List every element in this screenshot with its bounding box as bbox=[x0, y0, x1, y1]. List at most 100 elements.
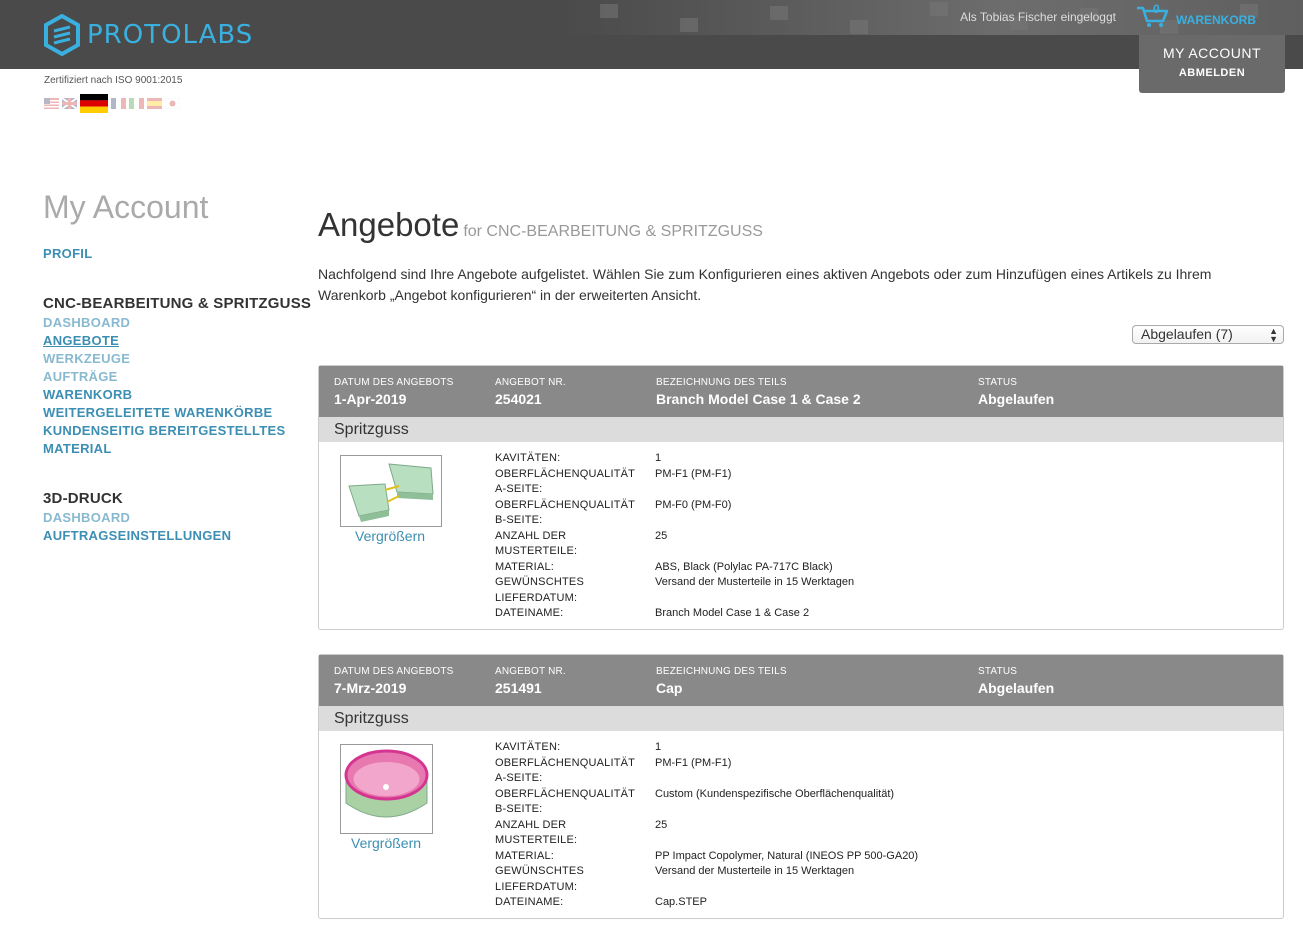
detail-row: MATERIAL: PP Impact Copolymer, Natural (I… bbox=[495, 849, 918, 865]
detail-key: A-SEITE: bbox=[495, 483, 543, 495]
sidebar-item-auftragseinstellungen[interactable]: AUFTRAGSEINSTELLUNGEN bbox=[43, 528, 231, 543]
detail-key: OBERFLÄCHENQUALITÄT bbox=[495, 756, 636, 769]
us-flag-icon[interactable] bbox=[44, 98, 59, 109]
quote-number: 254021 bbox=[495, 391, 542, 407]
sidebar-item-3d-dashboard[interactable]: DASHBOARD bbox=[43, 510, 130, 525]
sidebar-item-werkzeuge[interactable]: WERKZEUGE bbox=[43, 351, 130, 366]
japanese-flag-icon[interactable] bbox=[165, 98, 180, 109]
quote-details: KAVITÄTEN: 1 OBERFLÄCHENQUALITÄT PM-F1 (PM… bbox=[495, 451, 854, 622]
spanish-flag-icon[interactable] bbox=[147, 98, 162, 109]
sidebar-section-3d-druck: 3D-DRUCK bbox=[43, 490, 123, 507]
part-thumbnail[interactable] bbox=[340, 455, 442, 527]
uk-flag-icon[interactable] bbox=[62, 98, 77, 109]
italian-flag-icon[interactable] bbox=[129, 98, 144, 109]
sidebar-item-weitergeleitete-warenkoerbe[interactable]: WEITERGELEITETE WARENKÖRBE bbox=[43, 405, 273, 420]
detail-key: KAVITÄTEN: bbox=[495, 741, 561, 753]
my-account-link[interactable]: MY ACCOUNT bbox=[1139, 45, 1285, 61]
detail-key: DATEINAME: bbox=[495, 607, 564, 619]
quote-process-type: Spritzguss bbox=[319, 706, 1283, 731]
cart-link[interactable]: 0 WARENKORB bbox=[1136, 2, 1256, 28]
col-label-status: STATUS bbox=[978, 377, 1018, 388]
language-flags bbox=[44, 94, 180, 113]
detail-key: ANZAHL DER bbox=[495, 529, 567, 542]
detail-key: OBERFLÄCHENQUALITÄT bbox=[495, 467, 636, 480]
top-bar: PROTOLABS Als Tobias Fischer eingeloggt … bbox=[0, 0, 1303, 69]
sidebar-item-auftraege[interactable]: AUFTRÄGE bbox=[43, 369, 118, 384]
logout-link[interactable]: ABMELDEN bbox=[1139, 67, 1285, 79]
quote-card-header[interactable]: DATUM DES ANGEBOTS 7-Mrz-2019 ANGEBOT NR.… bbox=[319, 655, 1283, 706]
quote-card: DATUM DES ANGEBOTS 1-Apr-2019 ANGEBOT NR.… bbox=[318, 365, 1284, 630]
zoom-link[interactable]: Vergrößern bbox=[355, 528, 425, 544]
detail-key: GEWÜNSCHTES bbox=[495, 865, 584, 877]
french-flag-icon[interactable] bbox=[111, 98, 126, 109]
detail-value: PP Impact Copolymer, Natural (INEOS PP 5… bbox=[655, 849, 919, 862]
col-label-number: ANGEBOT NR. bbox=[495, 666, 566, 677]
quote-date: 1-Apr-2019 bbox=[334, 391, 407, 407]
quote-process-type: Spritzguss bbox=[319, 417, 1283, 442]
quote-part-name: Cap bbox=[656, 680, 683, 696]
detail-row: GEWÜNSCHTES Versand der Musterteile in 15… bbox=[495, 864, 918, 880]
detail-row: OBERFLÄCHENQUALITÄT PM-F1 (PM-F1) bbox=[495, 467, 854, 483]
page-title-text: Angebote bbox=[318, 206, 460, 243]
detail-row: LIEFERDATUM: bbox=[495, 880, 918, 896]
quote-status: Abgelaufen bbox=[978, 391, 1055, 407]
sidebar-item-kundenseitig[interactable]: KUNDENSEITIG BEREITGESTELLTES bbox=[43, 423, 285, 438]
col-label-status: STATUS bbox=[978, 666, 1018, 677]
detail-row: OBERFLÄCHENQUALITÄT PM-F0 (PM-F0) bbox=[495, 498, 854, 514]
detail-value: PM-F1 (PM-F1) bbox=[655, 756, 732, 769]
zoom-link[interactable]: Vergrößern bbox=[351, 835, 421, 851]
col-label-date: DATUM DES ANGEBOTS bbox=[334, 377, 454, 388]
col-label-part: BEZEICHNUNG DES TEILS bbox=[656, 666, 787, 677]
detail-row: DATEINAME: Branch Model Case 1 & Case 2 bbox=[495, 606, 854, 622]
detail-value: Branch Model Case 1 & Case 2 bbox=[655, 607, 810, 619]
detail-key: MUSTERTEILE: bbox=[495, 545, 578, 557]
detail-row: A-SEITE: bbox=[495, 482, 854, 498]
sidebar-item-profil[interactable]: PROFIL bbox=[43, 246, 92, 261]
detail-key: GEWÜNSCHTES bbox=[495, 576, 584, 588]
detail-key: MATERIAL: bbox=[495, 849, 555, 862]
detail-row: OBERFLÄCHENQUALITÄT Custom (Kundenspezifi… bbox=[495, 787, 918, 803]
part-thumbnail[interactable] bbox=[340, 744, 433, 834]
detail-key: A-SEITE: bbox=[495, 772, 543, 784]
detail-row: MATERIAL: ABS, Black (Polylac PA-717C Bla… bbox=[495, 560, 854, 576]
detail-row: B-SEITE: bbox=[495, 513, 854, 529]
col-label-date: DATUM DES ANGEBOTS bbox=[334, 666, 454, 677]
sidebar-item-angebote[interactable]: ANGEBOTE bbox=[43, 333, 119, 348]
protolabs-logo[interactable]: PROTOLABS bbox=[43, 14, 253, 56]
detail-value: 25 bbox=[655, 529, 668, 542]
detail-key: DATEINAME: bbox=[495, 896, 564, 908]
sidebar-section-cnc: CNC-BEARBEITUNG & SPRITZGUSS bbox=[43, 295, 312, 312]
german-flag-icon[interactable] bbox=[80, 94, 108, 113]
quote-date: 7-Mrz-2019 bbox=[334, 680, 407, 696]
status-filter-select[interactable]: Abgelaufen (7) ▲ ▼ bbox=[1132, 325, 1284, 344]
select-arrows-icon: ▲ ▼ bbox=[1269, 326, 1278, 344]
quote-card-header[interactable]: DATUM DES ANGEBOTS 1-Apr-2019 ANGEBOT NR.… bbox=[319, 366, 1283, 417]
detail-value: PM-F1 (PM-F1) bbox=[655, 467, 732, 480]
detail-value: Cap.STEP bbox=[655, 896, 707, 908]
detail-row: LIEFERDATUM: bbox=[495, 591, 854, 607]
detail-key: LIEFERDATUM: bbox=[495, 880, 578, 893]
detail-row: ANZAHL DER 25 bbox=[495, 818, 918, 834]
detail-key: B-SEITE: bbox=[495, 514, 543, 526]
detail-key: OBERFLÄCHENQUALITÄT bbox=[495, 498, 636, 511]
col-label-part: BEZEICHNUNG DES TEILS bbox=[656, 377, 787, 388]
sidebar-item-warenkorb[interactable]: WARENKORB bbox=[43, 387, 132, 402]
quote-card: DATUM DES ANGEBOTS 7-Mrz-2019 ANGEBOT NR.… bbox=[318, 654, 1284, 919]
detail-row: KAVITÄTEN: 1 bbox=[495, 451, 854, 467]
sidebar-item-material[interactable]: MATERIAL bbox=[43, 441, 112, 456]
detail-value: 1 bbox=[655, 741, 662, 753]
iso-certification: Zertifiziert nach ISO 9001:2015 bbox=[44, 75, 183, 86]
account-dropdown: MY ACCOUNT ABMELDEN bbox=[1139, 35, 1285, 93]
quote-number: 251491 bbox=[495, 680, 542, 696]
detail-row: MUSTERTEILE: bbox=[495, 833, 918, 849]
detail-key: OBERFLÄCHENQUALITÄT bbox=[495, 787, 636, 800]
logged-in-text: Als Tobias Fischer eingeloggt bbox=[960, 10, 1116, 24]
detail-row: B-SEITE: bbox=[495, 802, 918, 818]
sidebar-item-dashboard[interactable]: DASHBOARD bbox=[43, 315, 130, 330]
detail-key: LIEFERDATUM: bbox=[495, 591, 578, 604]
detail-value: 1 bbox=[655, 452, 662, 464]
detail-key: ANZAHL DER bbox=[495, 818, 567, 831]
quote-details: KAVITÄTEN: 1 OBERFLÄCHENQUALITÄT PM-F1 (PM… bbox=[495, 740, 918, 911]
page-subtitle: for CNC-BEARBEITUNG & SPRITZGUSS bbox=[463, 223, 763, 240]
detail-row: ANZAHL DER 25 bbox=[495, 529, 854, 545]
